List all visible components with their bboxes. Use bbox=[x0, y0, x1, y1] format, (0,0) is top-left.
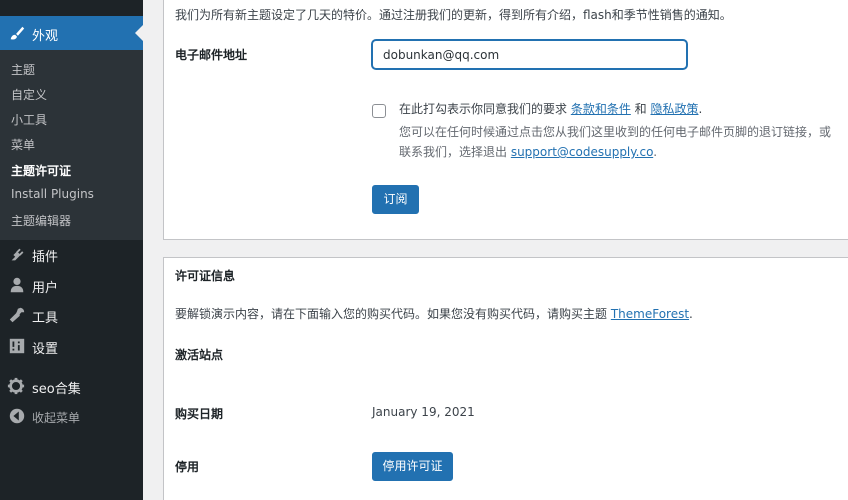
email-label: 电子邮件地址 bbox=[175, 48, 248, 62]
appearance-submenu: 主题 自定义 小工具 菜单 主题许可证 Install Plugins 主题编辑… bbox=[0, 50, 143, 240]
email-field[interactable] bbox=[372, 40, 687, 69]
license-title: 许可证信息 bbox=[175, 269, 236, 283]
menu-plugins[interactable]: 插件 bbox=[0, 240, 143, 270]
unsubscribe-note-line1: 您可以在任何时候通过点击您从我们这里收到的任何电子邮件页脚的退订链接，或 bbox=[399, 125, 832, 139]
license-desc-suffix: . bbox=[689, 307, 693, 321]
menu-users[interactable]: 用户 bbox=[0, 271, 143, 301]
menu-appearance-label: 外观 bbox=[32, 29, 59, 44]
note-line2-prefix: 联系我们，选择退出 bbox=[399, 145, 511, 159]
user-icon bbox=[10, 277, 24, 293]
collapse-menu[interactable]: 收起菜单 bbox=[0, 402, 143, 432]
privacy-link[interactable]: 隐私政策 bbox=[650, 102, 698, 116]
submenu-widgets[interactable]: 小工具 bbox=[11, 111, 47, 128]
submenu-theme-editor[interactable]: 主题编辑器 bbox=[11, 212, 71, 229]
purchase-date-label: 购买日期 bbox=[175, 407, 224, 421]
submenu-menus[interactable]: 菜单 bbox=[11, 136, 35, 153]
purchase-date-value: January 19, 2021 bbox=[372, 405, 475, 419]
consent-checkbox[interactable] bbox=[372, 104, 386, 118]
wrench-icon bbox=[9, 307, 25, 323]
collapse-arrow-icon bbox=[9, 408, 25, 424]
menu-appearance[interactable]: 外观 bbox=[0, 16, 143, 50]
note-line2-suffix: . bbox=[653, 145, 658, 159]
menu-plugins-label: 插件 bbox=[32, 250, 59, 265]
themeforest-link[interactable]: ThemeForest bbox=[611, 307, 689, 321]
unsubscribe-note-line2: 联系我们，选择退出 support@codesupply.co. bbox=[399, 143, 657, 160]
subscribe-button[interactable]: 订阅 bbox=[372, 185, 419, 214]
license-panel bbox=[163, 257, 848, 500]
menu-users-label: 用户 bbox=[32, 281, 59, 296]
submenu-customize[interactable]: 自定义 bbox=[11, 86, 47, 103]
menu-settings-label: 设置 bbox=[32, 342, 59, 357]
license-description: 要解锁演示内容，请在下面输入您的购买代码。如果您没有购买代码，请购买主题 The… bbox=[175, 305, 693, 322]
deactivate-label: 停用 bbox=[175, 460, 200, 474]
submenu-theme-license[interactable]: 主题许可证 bbox=[11, 162, 71, 179]
collapse-menu-label: 收起菜单 bbox=[32, 411, 81, 425]
consent-period: . bbox=[698, 102, 703, 116]
settings-icon bbox=[9, 338, 25, 354]
consent-text: 在此打勾表示你同意我们的要求 条款和条件 和 隐私政策. bbox=[399, 100, 702, 117]
support-email-link[interactable]: support@codesupply.co bbox=[511, 145, 653, 159]
consent-prefix: 在此打勾表示你同意我们的要求 bbox=[399, 102, 571, 116]
menu-tools-label: 工具 bbox=[32, 311, 59, 326]
subscribe-intro: 我们为所有新主题设定了几天的特价。通过注册我们的更新，得到所有介绍，flash和… bbox=[175, 8, 732, 22]
admin-sidebar: 外观 主题 自定义 小工具 菜单 主题许可证 Install Plugins 主… bbox=[0, 0, 143, 500]
plugin-icon bbox=[11, 248, 24, 261]
consent-and: 和 bbox=[630, 102, 651, 116]
current-menu-arrow bbox=[135, 25, 143, 41]
active-site-label: 激活站点 bbox=[175, 348, 224, 362]
submenu-install-plugins[interactable]: Install Plugins bbox=[11, 187, 94, 201]
gear-icon bbox=[7, 377, 25, 395]
deactivate-license-button[interactable]: 停用许可证 bbox=[372, 452, 453, 481]
submenu-themes[interactable]: 主题 bbox=[11, 61, 35, 78]
menu-settings[interactable]: 设置 bbox=[0, 332, 143, 362]
terms-link[interactable]: 条款和条件 bbox=[571, 102, 631, 116]
menu-seo-label: seo合集 bbox=[32, 382, 81, 397]
paintbrush-icon bbox=[10, 26, 25, 40]
menu-seo[interactable]: seo合集 bbox=[0, 372, 143, 402]
subscribe-panel bbox=[163, 0, 848, 240]
menu-tools[interactable]: 工具 bbox=[0, 301, 143, 331]
license-desc-prefix: 要解锁演示内容，请在下面输入您的购买代码。如果您没有购买代码，请购买主题 bbox=[175, 307, 611, 321]
